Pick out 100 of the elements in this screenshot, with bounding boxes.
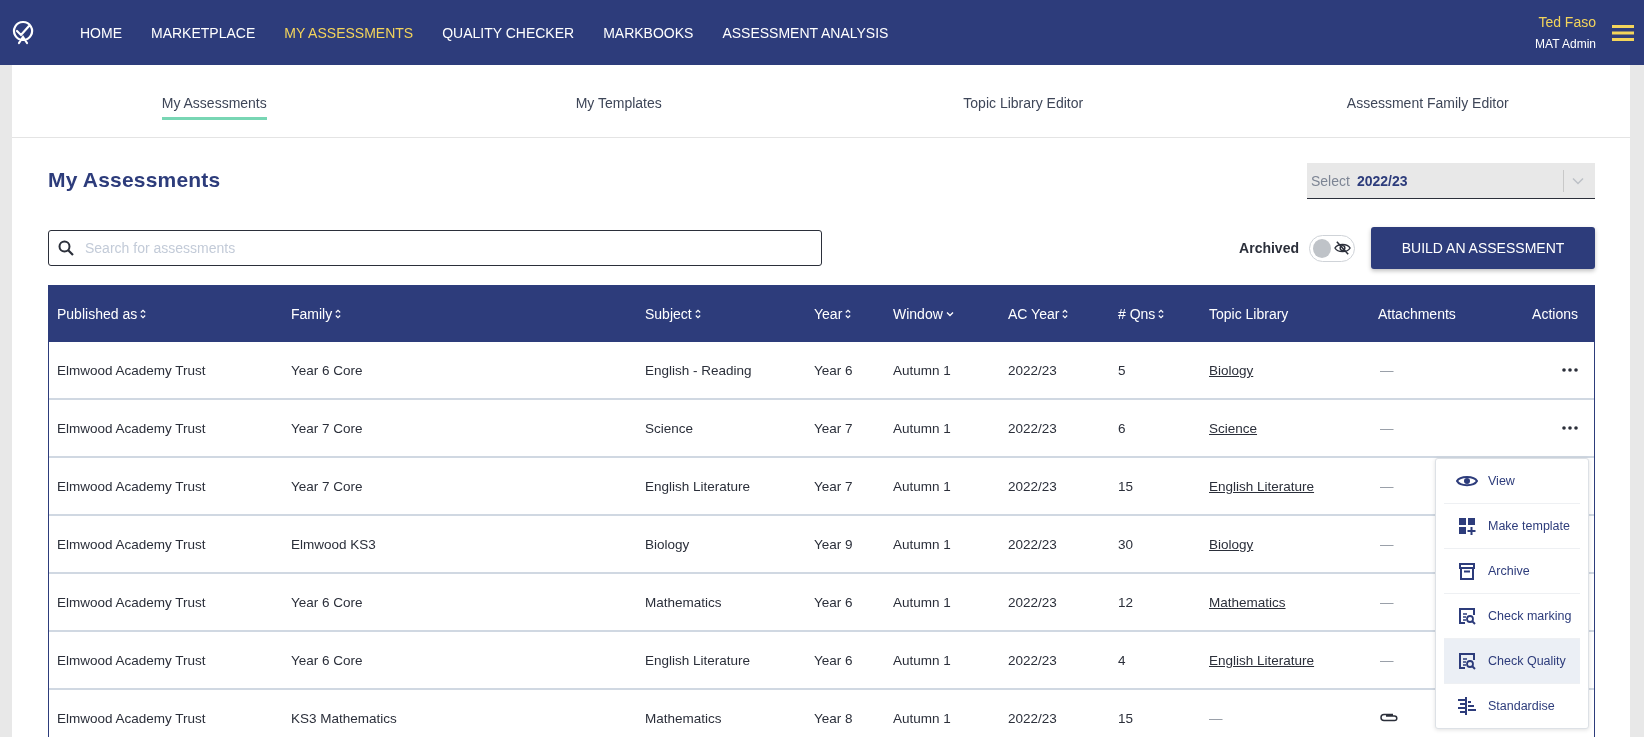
- table-cell: Autumn 1: [893, 362, 951, 378]
- table-cell: Year 9: [814, 536, 853, 552]
- column-header[interactable]: Window: [893, 305, 954, 322]
- table-cell: Elmwood Academy Trust: [57, 362, 206, 378]
- column-header[interactable]: AC Year: [1008, 305, 1069, 322]
- table-cell: Autumn 1: [893, 594, 951, 610]
- more-icon[interactable]: [1562, 426, 1578, 430]
- table-cell: Elmwood Academy Trust: [57, 420, 206, 436]
- empty-dash: —: [1380, 420, 1394, 436]
- user-role: MAT Admin: [1535, 37, 1596, 51]
- column-header: Topic Library: [1209, 305, 1289, 322]
- nav-link[interactable]: MARKBOOKS: [603, 24, 694, 41]
- build-assessment-button[interactable]: BUILD AN ASSESSMENT: [1371, 227, 1595, 269]
- table-cell: Mathematics: [645, 710, 722, 726]
- table-cell: 2022/23: [1008, 536, 1057, 552]
- menu-item[interactable]: Check Quality: [1444, 639, 1580, 684]
- table-cell: Year 6: [814, 594, 853, 610]
- grid-plus-icon: [1458, 517, 1476, 535]
- nav-link[interactable]: MARKETPLACE: [151, 24, 256, 41]
- document-search-icon: [1458, 607, 1476, 625]
- chevron-down-icon[interactable]: [945, 310, 954, 317]
- sort-icon[interactable]: [1158, 308, 1165, 319]
- sort-icon[interactable]: [694, 308, 701, 319]
- table-cell: Autumn 1: [893, 652, 951, 668]
- more-icon[interactable]: [1562, 368, 1578, 372]
- menu-icon[interactable]: [1612, 23, 1634, 42]
- page-title: My Assessments: [48, 168, 221, 192]
- topic-library-link[interactable]: Mathematics: [1209, 594, 1286, 610]
- empty-dash: —: [1209, 710, 1223, 726]
- nav-link[interactable]: MY ASSESSMENTS: [284, 24, 414, 41]
- topic-library-link[interactable]: English Literature: [1209, 478, 1315, 494]
- table-cell: 4: [1118, 652, 1126, 668]
- archived-label: Archived: [1239, 240, 1299, 256]
- table-cell: 2022/23: [1008, 594, 1057, 610]
- sort-icon[interactable]: [845, 308, 852, 319]
- document-search-icon: [1458, 652, 1476, 670]
- topic-library-link[interactable]: Science: [1209, 420, 1258, 436]
- table-cell: Autumn 1: [893, 420, 951, 436]
- table-cell: 2022/23: [1008, 652, 1057, 668]
- table-cell: 15: [1118, 710, 1134, 726]
- topic-library-link[interactable]: English Literature: [1209, 652, 1315, 668]
- user-name: Ted Faso: [1538, 14, 1596, 30]
- table-cell: English Literature: [645, 478, 751, 494]
- sort-icon[interactable]: [335, 308, 342, 319]
- nav-link[interactable]: HOME: [80, 24, 122, 41]
- column-header: Actions: [1532, 305, 1578, 322]
- table-cell: Year 7 Core: [291, 478, 363, 494]
- table-cell: Science: [645, 420, 694, 436]
- table-cell: Year 6: [814, 362, 853, 378]
- empty-dash: —: [1380, 536, 1394, 552]
- logo-icon[interactable]: [10, 18, 36, 47]
- table-cell: 2022/23: [1008, 710, 1057, 726]
- sort-icon[interactable]: [1062, 308, 1069, 319]
- tab[interactable]: My Assessments: [161, 86, 267, 120]
- menu-item[interactable]: Archive: [1444, 549, 1580, 594]
- column-header[interactable]: # Qns: [1118, 305, 1165, 322]
- menu-item[interactable]: Standardise: [1444, 684, 1580, 728]
- column-header[interactable]: Subject: [645, 305, 701, 322]
- nav-link[interactable]: QUALITY CHECKER: [442, 24, 575, 41]
- eye-slash-icon: [1333, 240, 1351, 256]
- tab[interactable]: Topic Library Editor: [963, 86, 1084, 120]
- column-header[interactable]: Family: [291, 305, 342, 322]
- table-cell: Year 6: [814, 652, 853, 668]
- table-cell: 2022/23: [1008, 362, 1057, 378]
- menu-item[interactable]: Make template: [1444, 504, 1580, 549]
- nav-link[interactable]: ASSESSMENT ANALYSIS: [722, 24, 889, 41]
- align-lines-icon: [1458, 697, 1476, 715]
- tab[interactable]: Assessment Family Editor: [1346, 86, 1509, 120]
- table-cell: 2022/23: [1008, 420, 1057, 436]
- table-cell: Year 8: [814, 710, 853, 726]
- table-cell: English Literature: [645, 652, 751, 668]
- table-cell: 15: [1118, 478, 1134, 494]
- empty-dash: —: [1380, 594, 1394, 610]
- table-cell: KS3 Mathematics: [291, 710, 397, 726]
- archive-icon: [1459, 562, 1475, 580]
- table-cell: Autumn 1: [893, 478, 951, 494]
- table-cell: 5: [1118, 362, 1126, 378]
- table-cell: Year 6 Core: [291, 362, 363, 378]
- table-cell: Elmwood Academy Trust: [57, 536, 206, 552]
- empty-dash: —: [1380, 362, 1394, 378]
- table-cell: 2022/23: [1008, 478, 1057, 494]
- tab[interactable]: My Templates: [575, 86, 662, 120]
- table-cell: Elmwood Academy Trust: [57, 652, 206, 668]
- column-header[interactable]: Year: [814, 305, 852, 322]
- menu-item[interactable]: View: [1444, 459, 1580, 504]
- topic-library-link[interactable]: Biology: [1209, 536, 1254, 552]
- topic-library-link[interactable]: Biology: [1209, 362, 1254, 378]
- table-cell: Year 7: [814, 478, 853, 494]
- search-field[interactable]: Search for assessments: [48, 230, 822, 266]
- sort-icon[interactable]: [140, 308, 147, 319]
- table-cell: 30: [1118, 536, 1134, 552]
- table-cell: Elmwood KS3: [291, 536, 376, 552]
- chevron-down-icon: [1572, 176, 1584, 185]
- column-header[interactable]: Published as: [57, 305, 147, 322]
- year-select[interactable]: Select 2022/23: [1307, 163, 1595, 199]
- table-cell: Autumn 1: [893, 710, 951, 726]
- paperclip-icon[interactable]: [1380, 713, 1398, 723]
- empty-dash: —: [1380, 478, 1394, 494]
- table-cell: Year 7 Core: [291, 420, 363, 436]
- table-cell: Elmwood Academy Trust: [57, 594, 206, 610]
